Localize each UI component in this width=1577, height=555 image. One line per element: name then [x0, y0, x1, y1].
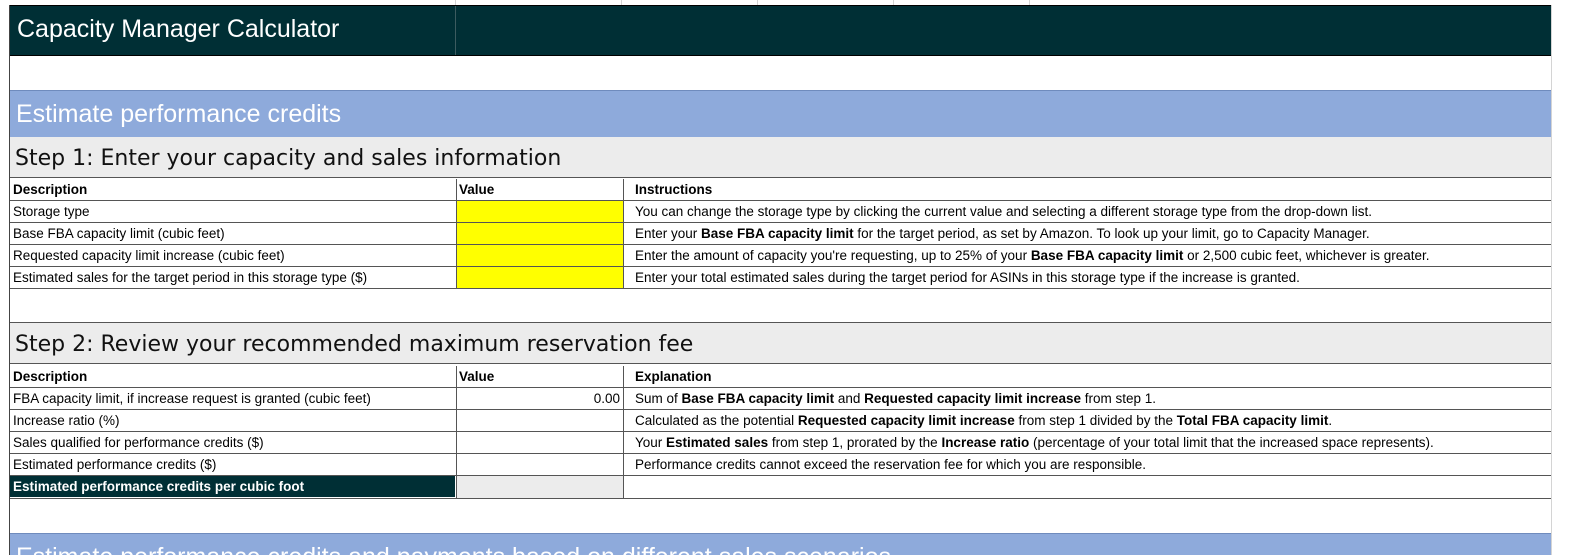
title-bar: Capacity Manager Calculator: [10, 5, 1551, 56]
step2-summary-row: Estimated performance credits per cubic …: [10, 476, 1551, 499]
requested-increase-input[interactable]: [456, 245, 624, 266]
text-run: and: [834, 391, 865, 406]
row-instruction: Enter your total estimated sales during …: [635, 270, 1300, 285]
text-run: Calculated as the potential: [635, 413, 798, 428]
storage-type-input[interactable]: [456, 201, 624, 222]
step1-row-estimated-sales: Estimated sales for the target period in…: [10, 267, 1551, 289]
row-description: Increase ratio (%): [13, 413, 120, 428]
text-run: for the target period, as set by Amazon.…: [853, 226, 1370, 241]
section-title: Estimate performance credits: [16, 100, 342, 128]
description-header: Description: [13, 182, 88, 197]
text-run: Your: [635, 435, 667, 450]
row-explanation: Sum of Base FBA capacity limit and Reque…: [635, 391, 1156, 406]
step2-row-increase-ratio: Increase ratio (%) Calculated as the pot…: [10, 410, 1551, 432]
step2-header: Step 2: Review your recommended maximum …: [10, 323, 1551, 364]
step2-row-capacity-limit: FBA capacity limit, if increase request …: [10, 388, 1551, 410]
right-gridlines: [1551, 5, 1577, 555]
step1-row-base-capacity: Base FBA capacity limit (cubic feet) Ent…: [10, 223, 1551, 245]
text-run: from step 1.: [1080, 391, 1156, 406]
text-run: from step 1, prorated by the: [768, 435, 942, 450]
row-description: FBA capacity limit, if increase request …: [13, 391, 371, 406]
value-cell[interactable]: [456, 410, 624, 431]
text-run: Sum of: [635, 391, 682, 406]
calculator-content: Capacity Manager Calculator Estimate per…: [9, 5, 1552, 555]
step2-row-performance-credits: Estimated performance credits ($) Perfor…: [10, 454, 1551, 476]
value-header: Value: [459, 369, 495, 384]
text-run: from step 1 divided by the: [1014, 413, 1177, 428]
row-instruction: You can change the storage type by click…: [635, 204, 1372, 219]
step1-row-storage-type: Storage type You can change the storage …: [10, 201, 1551, 223]
base-capacity-input[interactable]: [456, 223, 624, 244]
bold-term: Base FBA capacity limit: [1030, 248, 1184, 263]
bold-term: Total FBA capacity limit: [1176, 413, 1329, 428]
text-run: Performance credits cannot exceed the re…: [635, 457, 1147, 472]
row-description: Sales qualified for performance credits …: [13, 435, 264, 450]
title-divider: [455, 6, 456, 55]
instructions-header: Instructions: [635, 182, 713, 197]
estimated-sales-input[interactable]: [456, 267, 624, 288]
row-description: Requested capacity limit increase (cubic…: [13, 248, 285, 263]
row-description: Base FBA capacity limit (cubic feet): [13, 226, 225, 241]
bold-term: Estimated sales: [666, 435, 769, 450]
page-title: Capacity Manager Calculator: [17, 15, 340, 43]
row-explanation: Performance credits cannot exceed the re…: [635, 457, 1146, 472]
text-run: or 2,500 cubic feet, whichever is greate…: [1183, 248, 1430, 263]
text-run: Enter the amount of capacity you're requ…: [635, 248, 1031, 263]
row-instruction: Enter your Base FBA capacity limit for t…: [635, 226, 1370, 241]
row-description: Estimated performance credits ($): [13, 457, 217, 472]
spreadsheet: Capacity Manager Calculator Estimate per…: [0, 0, 1577, 555]
row-description: Estimated sales for the target period in…: [13, 270, 368, 285]
summary-label-cell: Estimated performance credits per cubic …: [10, 476, 455, 497]
step1-header: Step 1: Enter your capacity and sales in…: [10, 137, 1551, 178]
summary-label: Estimated performance credits per cubic …: [13, 479, 305, 494]
text-run: .: [1328, 413, 1333, 428]
step1-row-requested-increase: Requested capacity limit increase (cubic…: [10, 245, 1551, 267]
bold-term: Base FBA capacity limit: [701, 226, 854, 241]
section-header-sales-scenarios: Estimate performance credits and payment…: [10, 533, 1551, 555]
text-run: You can change the storage type by click…: [635, 204, 1372, 219]
row-instruction: Enter the amount of capacity you're requ…: [635, 248, 1430, 263]
summary-value-cell[interactable]: [456, 476, 624, 498]
explanation-header: Explanation: [635, 369, 712, 384]
value-cell[interactable]: [456, 432, 624, 453]
value-cell[interactable]: [456, 454, 624, 475]
row-explanation: Calculated as the potential Requested ca…: [635, 413, 1332, 428]
step1-column-headers: Description Value Instructions: [10, 179, 1551, 201]
step1-title: Step 1: Enter your capacity and sales in…: [15, 146, 562, 171]
text-run: (percentage of your total limit that the…: [1029, 435, 1434, 450]
section-header-performance-credits: Estimate performance credits: [10, 90, 1551, 138]
bold-term: Requested capacity limit increase: [864, 391, 1081, 406]
description-header: Description: [13, 369, 88, 384]
text-run: Enter your total estimated sales during …: [635, 270, 1300, 285]
row-description: Storage type: [13, 204, 90, 219]
section-title: Estimate performance credits and payment…: [16, 543, 891, 555]
step2-column-headers: Description Value Explanation: [10, 366, 1551, 388]
step2-title: Step 2: Review your recommended maximum …: [15, 332, 694, 357]
bold-term: Base FBA capacity limit: [681, 391, 835, 406]
bold-term: Increase ratio: [941, 435, 1030, 450]
row-explanation: Your Estimated sales from step 1, prorat…: [635, 435, 1434, 450]
capacity-limit-value: 0.00: [593, 391, 620, 406]
bold-term: Requested capacity limit increase: [797, 413, 1015, 428]
text-run: Enter your: [635, 226, 702, 241]
step2-row-sales-qualified: Sales qualified for performance credits …: [10, 432, 1551, 454]
value-header: Value: [459, 182, 495, 197]
